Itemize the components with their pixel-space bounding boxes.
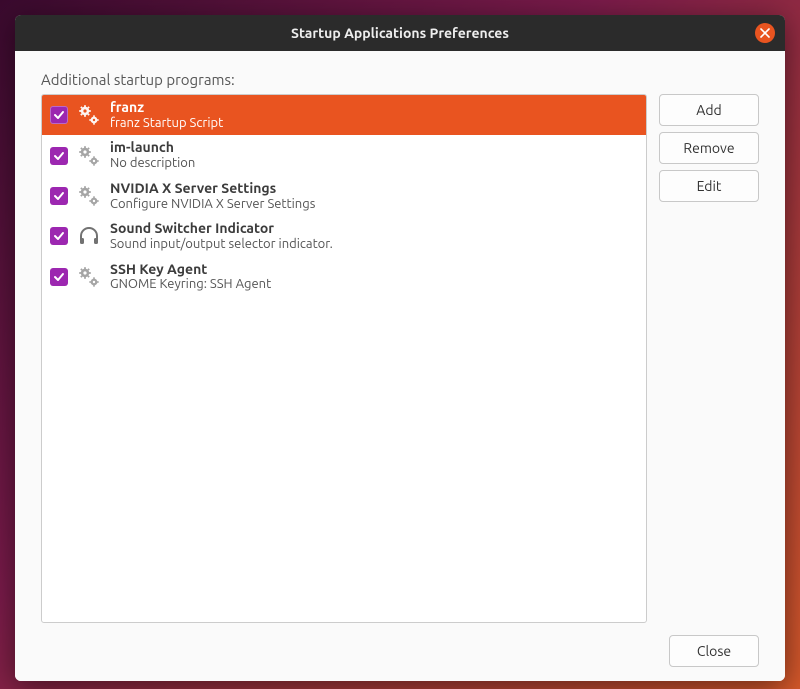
enable-checkbox[interactable] [50, 147, 68, 165]
main-row: franzfranz Startup Script im-launchNo de… [41, 94, 759, 623]
item-description: GNOME Keyring: SSH Agent [110, 277, 271, 293]
gears-icon [76, 102, 102, 128]
button-column: Add Remove Edit [659, 94, 759, 623]
item-name: NVIDIA X Server Settings [110, 180, 315, 197]
list-item[interactable]: NVIDIA X Server SettingsConfigure NVIDIA… [42, 176, 646, 216]
edit-button[interactable]: Edit [659, 170, 759, 202]
preferences-window: Startup Applications Preferences Additio… [15, 15, 785, 681]
enable-checkbox[interactable] [50, 268, 68, 286]
list-item[interactable]: SSH Key AgentGNOME Keyring: SSH Agent [42, 257, 646, 297]
item-description: Sound input/output selector indicator. [110, 237, 333, 253]
item-text: Sound Switcher IndicatorSound input/outp… [110, 220, 333, 252]
enable-checkbox[interactable] [50, 227, 68, 245]
item-text: SSH Key AgentGNOME Keyring: SSH Agent [110, 261, 271, 293]
content-area: Additional startup programs: franzfranz … [15, 51, 785, 681]
item-description: franz Startup Script [110, 116, 223, 132]
startup-programs-list[interactable]: franzfranz Startup Script im-launchNo de… [41, 94, 647, 623]
footer: Close [41, 623, 759, 667]
close-icon [760, 28, 770, 38]
check-icon [53, 190, 65, 202]
item-name: SSH Key Agent [110, 261, 271, 278]
add-button[interactable]: Add [659, 94, 759, 126]
item-text: NVIDIA X Server SettingsConfigure NVIDIA… [110, 180, 315, 212]
window-close-button[interactable] [755, 23, 775, 43]
item-name: Sound Switcher Indicator [110, 220, 333, 237]
item-description: No description [110, 156, 195, 172]
window-title: Startup Applications Preferences [291, 25, 509, 41]
gears-icon [76, 143, 102, 169]
gears-icon [76, 183, 102, 209]
item-text: im-launchNo description [110, 139, 195, 171]
remove-button[interactable]: Remove [659, 132, 759, 164]
titlebar: Startup Applications Preferences [15, 15, 785, 51]
item-description: Configure NVIDIA X Server Settings [110, 197, 315, 213]
section-label: Additional startup programs: [41, 71, 759, 88]
check-icon [53, 109, 65, 121]
list-item[interactable]: im-launchNo description [42, 135, 646, 175]
enable-checkbox[interactable] [50, 187, 68, 205]
list-item[interactable]: Sound Switcher IndicatorSound input/outp… [42, 216, 646, 256]
gears-icon [76, 264, 102, 290]
close-button[interactable]: Close [669, 635, 759, 667]
check-icon [53, 271, 65, 283]
headphones-icon [76, 223, 102, 249]
list-item[interactable]: franzfranz Startup Script [42, 95, 646, 135]
enable-checkbox[interactable] [50, 106, 68, 124]
item-name: im-launch [110, 139, 195, 156]
check-icon [53, 230, 65, 242]
item-text: franzfranz Startup Script [110, 99, 223, 131]
item-name: franz [110, 99, 223, 116]
check-icon [53, 150, 65, 162]
